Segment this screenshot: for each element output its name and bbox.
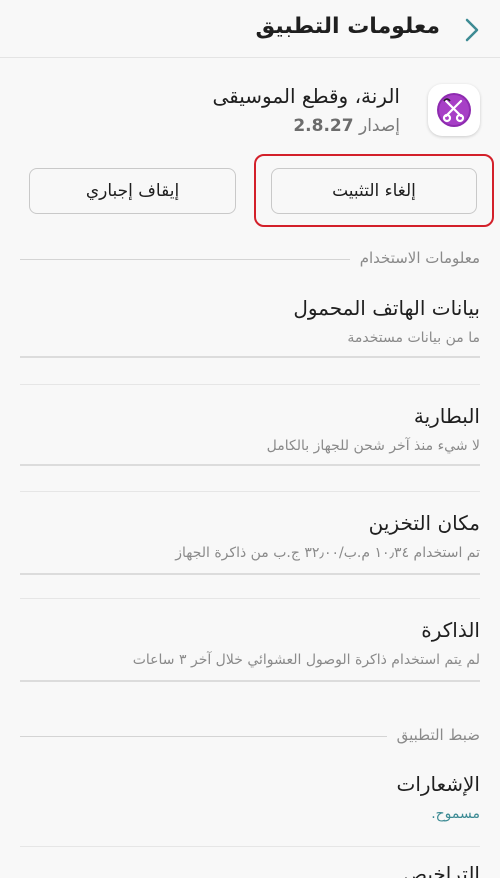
item-subtitle: لا شيء منذ آخر شحن للجهاز بالكامل [266, 438, 480, 454]
item-subtitle: ما من بيانات مستخدمة [347, 330, 480, 346]
page-title: معلومات التطبيق [255, 14, 440, 39]
scissors-music-icon [437, 93, 471, 127]
list-item-memory[interactable]: الذاكرة لم يتم استخدام ذاكرة الوصول العش… [20, 618, 480, 682]
section-app-settings: ضبط التطبيق [20, 726, 480, 746]
app-summary: الرنة، وقطع الموسيقى إصدار 2.8.27 [0, 78, 500, 148]
item-divider [20, 356, 480, 358]
list-item-licenses[interactable]: التراخيص [20, 862, 480, 878]
section-label: ضبط التطبيق [386, 726, 480, 744]
highlight-box [254, 154, 494, 227]
force-stop-button[interactable]: إيقاف إجباري [29, 168, 236, 214]
item-title: بيانات الهاتف المحمول [293, 296, 480, 320]
back-button[interactable] [460, 17, 484, 43]
item-subtitle: لم يتم استخدام ذاكرة الوصول العشوائي خلا… [132, 652, 480, 668]
item-divider [20, 573, 480, 575]
item-title: الإشعارات [396, 772, 480, 796]
item-title: مكان التخزين [368, 511, 480, 535]
chevron-right-icon [465, 18, 479, 42]
item-divider [20, 464, 480, 466]
item-title: الذاكرة [421, 618, 480, 642]
list-item-battery[interactable]: البطارية لا شيء منذ آخر شحن للجهاز بالكا… [20, 404, 480, 466]
version-label: إصدار [358, 116, 400, 136]
item-title: التراخيص [402, 862, 480, 878]
item-subtitle: مسموح. [431, 806, 480, 822]
list-item-notifications[interactable]: الإشعارات مسموح. [20, 772, 480, 830]
divider [20, 491, 480, 492]
app-name: الرنة، وقطع الموسيقى [212, 84, 400, 108]
item-divider [20, 680, 480, 682]
item-subtitle: تم استخدام ١٠٫٣٤ م.ب/٣٢٫٠٠ ج.ب من ذاكرة … [175, 545, 480, 561]
app-version: إصدار 2.8.27 [293, 116, 400, 136]
app-bar: معلومات التطبيق [0, 0, 500, 58]
divider [20, 846, 480, 847]
list-item-mobile-data[interactable]: بيانات الهاتف المحمول ما من بيانات مستخد… [20, 296, 480, 358]
item-title: البطارية [413, 404, 480, 428]
version-number: 2.8.27 [293, 116, 354, 136]
section-usage-info: معلومات الاستخدام [20, 249, 480, 269]
divider [20, 384, 480, 385]
divider [20, 598, 480, 599]
section-label: معلومات الاستخدام [349, 249, 480, 267]
list-item-storage[interactable]: مكان التخزين تم استخدام ١٠٫٣٤ م.ب/٣٢٫٠٠ … [20, 511, 480, 575]
app-icon [428, 84, 480, 136]
